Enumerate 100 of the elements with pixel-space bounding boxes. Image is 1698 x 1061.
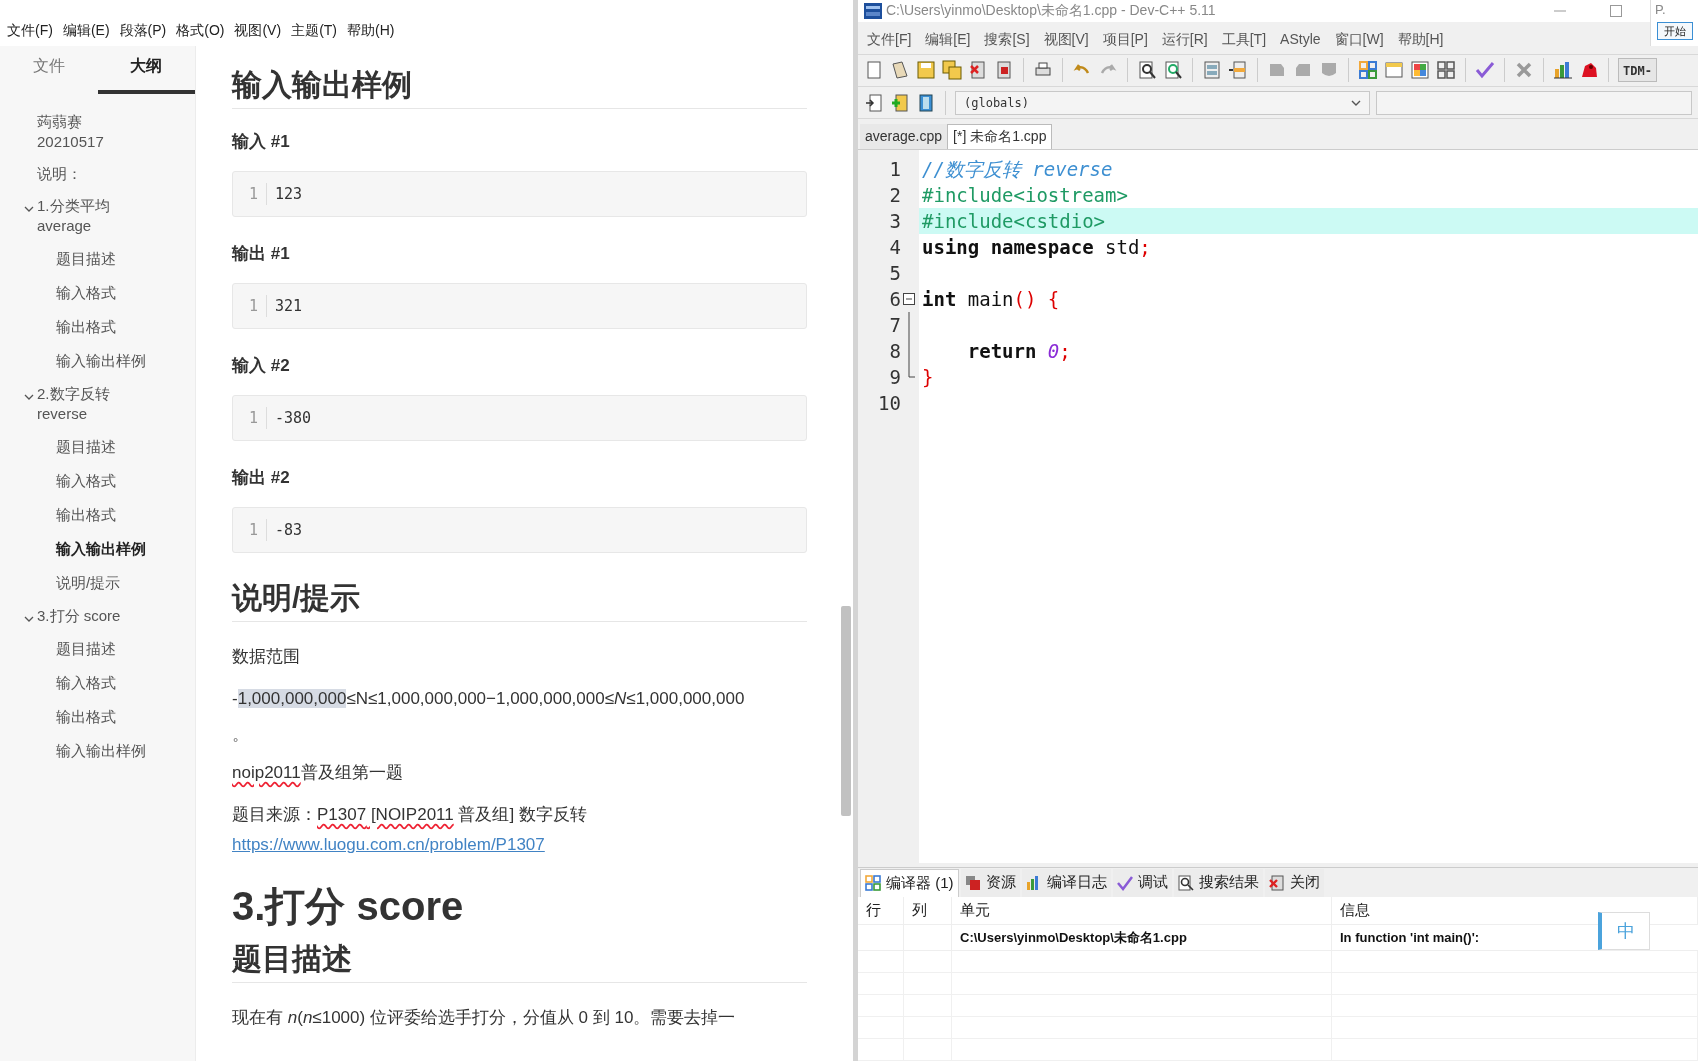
open-file-icon[interactable] <box>890 60 910 81</box>
scrollbar-thumb[interactable] <box>841 606 851 816</box>
save-all-icon[interactable] <box>942 60 962 81</box>
code-line: #include<iostream> <box>922 182 1128 208</box>
start-button[interactable]: 开始 <box>1656 21 1693 40</box>
code-text: -380 <box>274 407 312 429</box>
menu-item[interactable]: 视图(V) <box>229 17 287 43</box>
tiles-icon[interactable] <box>1436 60 1456 81</box>
outline-item[interactable]: 题目描述 <box>56 250 116 267</box>
project-icon[interactable] <box>864 92 884 113</box>
window-title: P. <box>1654 1 1666 19</box>
outline-item[interactable]: 输入格式 <box>56 284 116 301</box>
panel-tab[interactable]: 编译器 (1) <box>860 868 959 897</box>
panel-tab[interactable]: 资源 <box>960 868 1020 897</box>
line-number: 1 <box>889 156 901 182</box>
outline-item[interactable]: 输入格式 <box>56 472 116 489</box>
column-header[interactable]: 行 <box>858 897 904 924</box>
outline-item[interactable]: 题目描述 <box>56 640 116 657</box>
book-icon[interactable] <box>916 92 936 113</box>
menu-item[interactable]: 运行[R] <box>1154 29 1215 51</box>
panel-tab[interactable]: 调试 <box>1112 868 1172 897</box>
menu-item[interactable]: 编辑(E) <box>57 17 115 43</box>
close-all-icon[interactable] <box>994 60 1014 81</box>
grid-icon[interactable] <box>1358 60 1378 81</box>
outline-item[interactable]: 输出格式 <box>56 506 116 523</box>
outline-item[interactable]: 说明/提示 <box>56 574 121 591</box>
code-line: #include<cstdio> <box>922 208 1106 234</box>
menu-item[interactable]: 编辑[E] <box>918 29 978 51</box>
chevron-icon[interactable] <box>24 392 34 402</box>
line-number: 1 <box>233 182 267 206</box>
paragraph: 题目来源：P1307 [NOIP2011 普及组] 数字反转 <box>232 804 588 826</box>
close-icon <box>1268 874 1285 891</box>
sidebar-tab[interactable]: 大纲 <box>97 46 195 94</box>
heading: 说明/提示 <box>232 580 362 616</box>
scope-dropdown[interactable]: (globals) <box>955 90 1370 115</box>
maximize-icon[interactable] <box>1610 4 1622 17</box>
editor-tab[interactable]: average.cpp <box>860 123 948 149</box>
menu-item[interactable]: 文件[F] <box>860 29 919 51</box>
paragraph: 现在有 n(n≤1000) 位评委给选手打分，分值从 0 到 10。需要去掉一 <box>232 1007 737 1029</box>
grid-icon <box>865 875 881 892</box>
new-file-icon[interactable] <box>864 60 884 81</box>
outline-item[interactable]: 题目描述 <box>56 438 116 455</box>
table-cell-text: C:\Users\yinmo\Desktop\未命名1.cpp <box>960 928 1187 947</box>
column-header[interactable]: 单元 <box>952 897 1332 924</box>
outline-item[interactable]: 3.打分 score <box>37 606 121 626</box>
outline-item[interactable]: 输入格式 <box>56 674 116 691</box>
menu-item[interactable]: AStyle <box>1273 29 1328 51</box>
color-grid-icon[interactable] <box>1410 60 1430 81</box>
outline-item[interactable]: 蒟蒻赛20210517 <box>37 112 147 152</box>
outline-item[interactable]: 输入输出样例 <box>56 540 146 557</box>
check-icon[interactable] <box>1475 60 1495 81</box>
menu-item[interactable]: 文件(F) <box>2 17 58 43</box>
line-number: 1 <box>233 518 267 542</box>
close-file-icon[interactable] <box>968 60 988 81</box>
dropdown-caret-icon[interactable] <box>1351 99 1361 106</box>
heading: 3.打分 score <box>232 883 465 930</box>
table-cell-text: In function 'int main()': <box>1340 928 1480 947</box>
menu-item[interactable]: 帮助(H) <box>342 17 400 43</box>
outline-item[interactable]: 输入输出样例 <box>56 352 146 369</box>
code-line: int main() { <box>922 286 1060 312</box>
menu-item[interactable]: 段落(P) <box>114 17 172 43</box>
paragraph: noip2011普及组第一题 <box>232 762 404 784</box>
chevron-icon[interactable] <box>24 614 34 624</box>
code-line: using namespace std; <box>922 234 1151 260</box>
sidebar-tab[interactable]: 文件 <box>0 46 98 94</box>
compiler-select[interactable]: TDM- <box>1618 58 1657 83</box>
outline-item[interactable]: 输出格式 <box>56 708 116 725</box>
column-header[interactable]: 列 <box>904 897 952 924</box>
add-file-icon[interactable] <box>890 92 910 113</box>
panel-tab[interactable]: 编译日志 <box>1021 868 1111 897</box>
window-icon[interactable] <box>1384 60 1404 81</box>
search-icon[interactable] <box>1137 60 1157 81</box>
editor-tab[interactable]: [*] 未命名1.cpp <box>947 123 1053 149</box>
line-number: 1 <box>233 294 267 318</box>
panel-tab[interactable]: 搜索结果 <box>1173 868 1263 897</box>
goto-line-icon[interactable] <box>1228 60 1248 81</box>
paragraph: 数据范围 <box>232 646 301 668</box>
chevron-icon[interactable] <box>24 204 34 214</box>
save-icon[interactable] <box>916 60 936 81</box>
menu-item[interactable]: 工具[T] <box>1214 29 1274 51</box>
outline-item[interactable]: 输入输出样例 <box>56 742 146 759</box>
window-title: C:\Users\yinmo\Desktop\未命名1.cpp - Dev-C++ 5.11 <box>886 1 1216 21</box>
menu-item[interactable]: 项目[P] <box>1095 29 1155 51</box>
outline-item[interactable]: 2.数字反转 reverse <box>37 384 147 424</box>
menu-item[interactable]: 主题(T) <box>286 17 342 43</box>
menu-item[interactable]: 搜索[S] <box>977 29 1037 51</box>
menu-item[interactable]: 窗口[W] <box>1327 29 1391 51</box>
replace-icon[interactable] <box>1163 60 1183 81</box>
menu-item[interactable]: 帮助[H] <box>1390 29 1451 51</box>
outline-item[interactable]: 输出格式 <box>56 318 116 335</box>
bar-chart-icon[interactable] <box>1553 60 1573 81</box>
link[interactable]: https://www.luogu.com.cn/problem/P1307 <box>232 830 545 860</box>
menu-item[interactable]: 格式(O) <box>171 17 230 43</box>
code-line: return 0; <box>966 338 1071 364</box>
fold-toggle-icon[interactable] <box>903 292 915 305</box>
outline-item[interactable]: 1.分类平均 average <box>37 196 147 236</box>
panel-icon[interactable] <box>1202 60 1222 81</box>
outline-item[interactable]: 说明： <box>37 164 82 184</box>
panel-tab[interactable]: 关闭 <box>1264 868 1324 897</box>
menu-item[interactable]: 视图[V] <box>1036 29 1096 51</box>
